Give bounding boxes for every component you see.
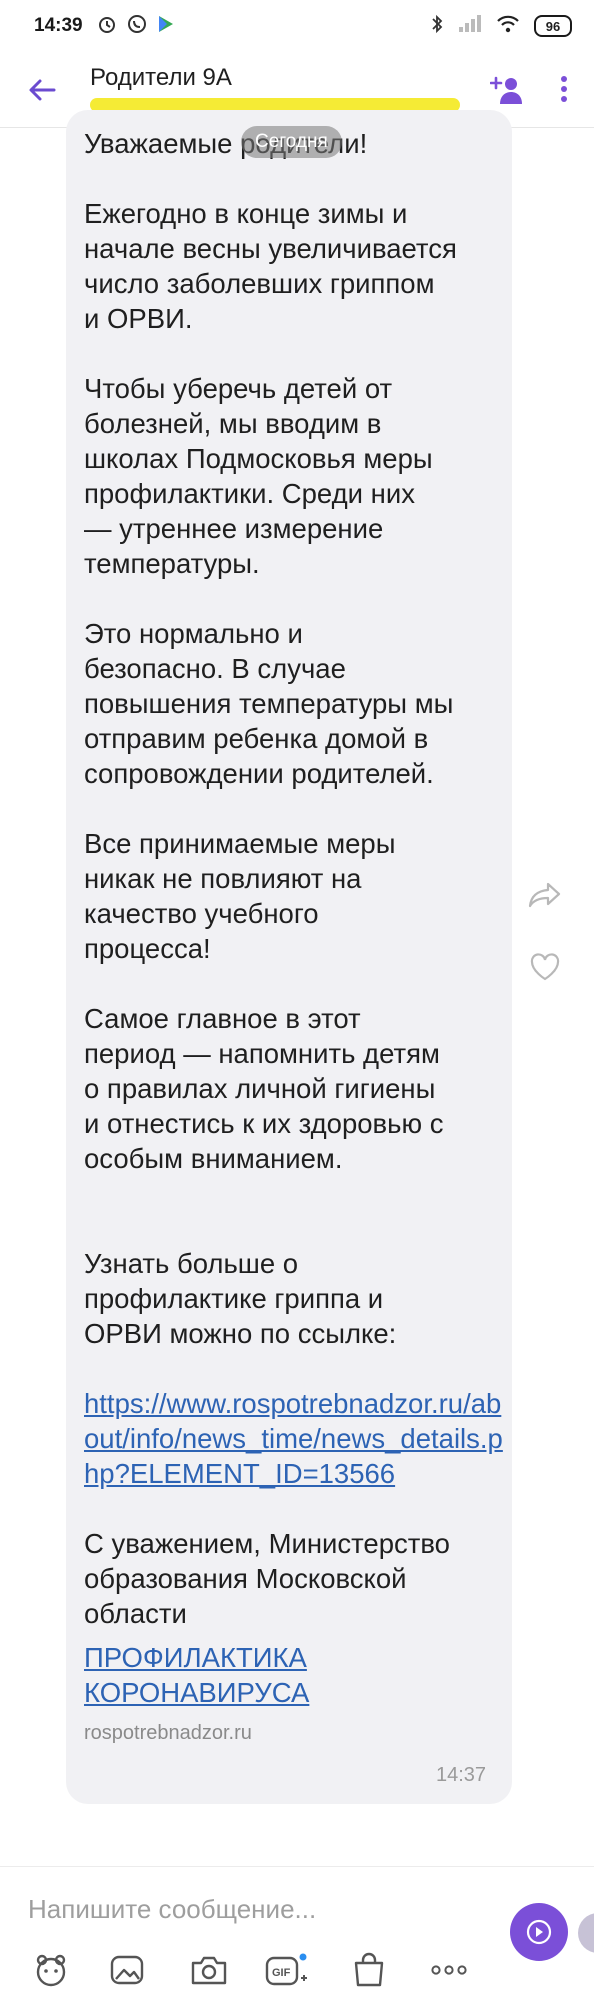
signal-icon [458, 14, 482, 38]
message-paragraph: Это нормально и безопасно. В случае повы… [84, 618, 454, 789]
message-paragraph-text: Узнать больше о профилактике гриппа и ОР… [84, 1248, 397, 1349]
chat-title[interactable]: Родители 9А [90, 64, 232, 92]
whatsapp-icon [127, 14, 147, 39]
status-bar: 14:39 96 [0, 0, 594, 52]
date-pill: Сегодня [241, 126, 342, 158]
forward-icon [528, 882, 561, 908]
message-link[interactable]: https://www.rospotrebnadzor.ru/about/inf… [84, 1388, 503, 1489]
gallery-icon [110, 1955, 144, 1985]
link-preview[interactable]: ПРОФИЛАКТИКА КОРОНАВИРУСА rospotrebnadzo… [84, 1640, 484, 1745]
message-input[interactable] [28, 1885, 458, 1933]
status-notification-icons [97, 14, 175, 39]
message-paragraph: Самое главное в этот период — напомнить … [84, 1003, 444, 1174]
add-member-icon [490, 76, 522, 104]
gif-icon: GIF [265, 1953, 307, 1986]
back-button[interactable] [22, 70, 62, 110]
more-horizontal-icon [431, 1965, 467, 1975]
more-vertical-icon [561, 76, 567, 102]
play-store-icon [157, 14, 175, 39]
composer: GIF [0, 1866, 594, 2000]
link-preview-title[interactable]: ПРОФИЛАКТИКА КОРОНАВИРУСА [84, 1640, 484, 1710]
alarm-icon [97, 14, 117, 39]
link-preview-domain: rospotrebnadzor.ru [84, 1722, 252, 1744]
like-button[interactable] [528, 950, 562, 984]
sticker-button[interactable] [28, 1947, 74, 1993]
shop-button[interactable] [346, 1947, 392, 1993]
message-time: 14:37 [436, 1764, 487, 1786]
camera-button[interactable] [186, 1947, 232, 1993]
gif-button[interactable]: GIF [264, 1947, 310, 1993]
message-paragraph: Ежегодно в конце зимы и начале весны уве… [84, 198, 457, 334]
voice-message-icon [526, 1919, 552, 1945]
message-text: Уважаемые родители! Ежегодно в конце зим… [84, 126, 504, 1666]
heart-icon [530, 953, 560, 981]
status-time: 14:39 [34, 15, 83, 36]
message-paragraph: Узнать больше о профилактике гриппа и ОР… [84, 1211, 504, 1491]
shopping-bag-icon [354, 1952, 384, 1987]
voice-message-button[interactable] [510, 1903, 568, 1961]
sticker-icon [36, 1954, 66, 1987]
svg-text:GIF: GIF [272, 1967, 291, 1979]
add-member-button[interactable] [486, 68, 528, 110]
back-arrow-icon [29, 79, 56, 101]
status-system-icons: 96 [430, 14, 572, 39]
message-paragraph: Чтобы уберечь детей от болезней, мы ввод… [84, 373, 433, 579]
battery-icon: 96 [534, 15, 572, 37]
wifi-icon [496, 15, 520, 38]
message-signature: С уважением, Министерство образования Мо… [84, 1528, 450, 1629]
more-options-button[interactable] [546, 68, 582, 110]
forward-button[interactable] [526, 878, 564, 912]
camera-icon [191, 1956, 227, 1985]
bluetooth-icon [430, 14, 444, 39]
message-paragraph: Все принимаемые меры никак не повлияют н… [84, 828, 396, 964]
composer-toolbar: GIF [0, 1947, 594, 1997]
more-tools-button[interactable] [426, 1947, 472, 1993]
gallery-button[interactable] [104, 1947, 150, 1993]
